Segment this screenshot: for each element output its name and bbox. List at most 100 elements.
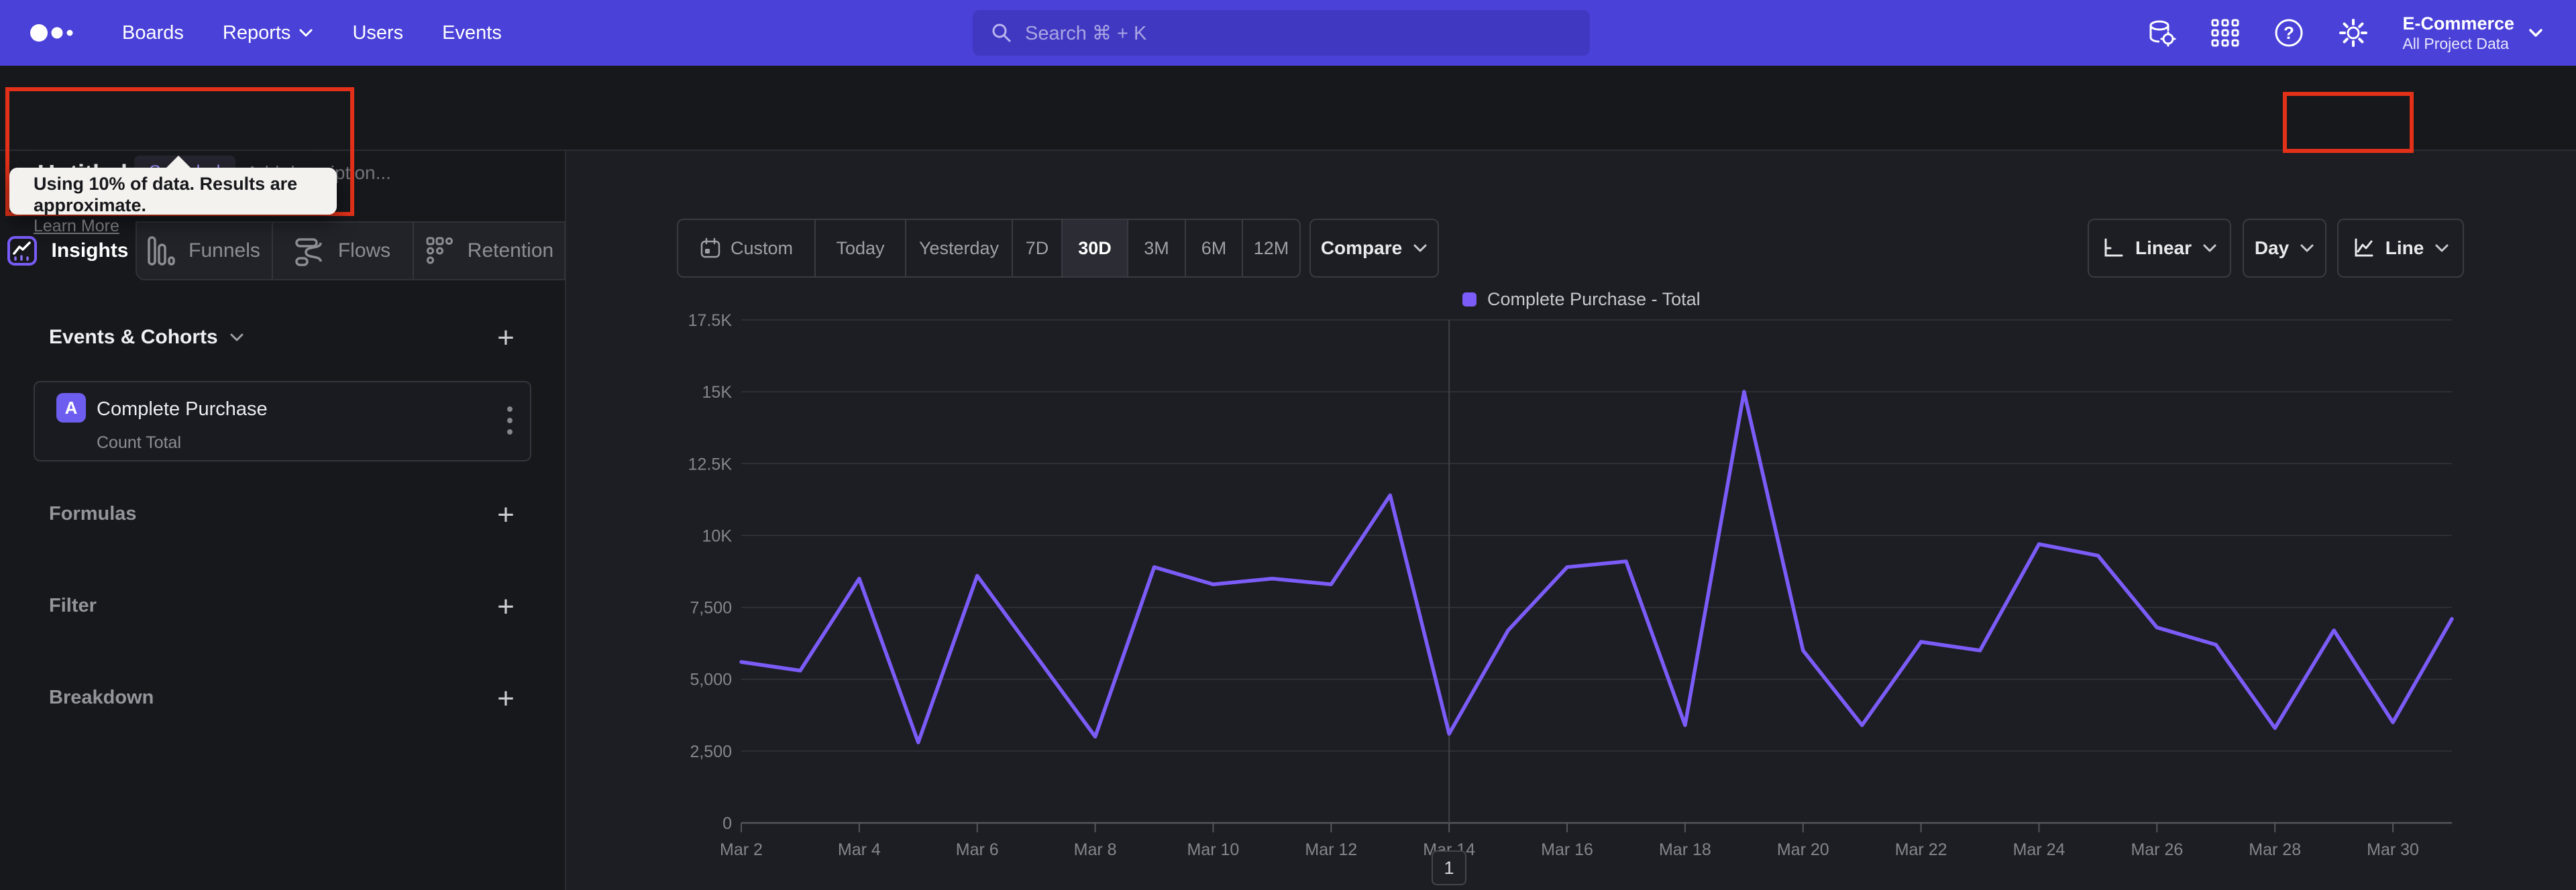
project-name: E-Commerce: [2402, 13, 2514, 34]
tab-label: Retention: [467, 239, 554, 262]
date-range-7d[interactable]: 7D: [1012, 220, 1061, 276]
funnels-icon: [148, 236, 175, 266]
date-range-30d[interactable]: 30D: [1061, 220, 1127, 276]
tab-label: Insights: [51, 239, 129, 262]
tooltip-message: Using 10% of data. Results are approxima…: [34, 174, 298, 215]
scale-dropdown[interactable]: Linear: [2088, 219, 2231, 278]
report-header: Untitled Sampled + Add description...: [0, 66, 2576, 197]
svg-text:17.5K: 17.5K: [688, 311, 733, 330]
tooltip-learn-more-link[interactable]: Learn More: [34, 216, 337, 236]
svg-text:Mar 24: Mar 24: [2013, 840, 2065, 859]
date-range-label: Custom: [730, 237, 794, 258]
line-chart[interactable]: 0 2,500 5,000 7,500 10K 12.5K 15K 17.5K Mar 2 Mar…: [604, 288, 2576, 890]
event-series-badge: A: [56, 393, 86, 423]
chevron-down-icon: [299, 29, 313, 37]
apps-grid-icon[interactable]: [2210, 18, 2240, 48]
add-breakdown-button[interactable]: +: [491, 684, 521, 714]
retention-icon: [426, 237, 453, 264]
date-range-label: Yesterday: [918, 237, 1000, 258]
mixpanel-logo[interactable]: [30, 19, 79, 46]
line-chart-icon: [2355, 238, 2373, 257]
svg-text:Mar 28: Mar 28: [2249, 840, 2301, 859]
chevron-down-icon: [230, 333, 244, 341]
svg-text:Mar 2: Mar 2: [720, 840, 763, 859]
breakdown-label: Breakdown: [49, 687, 154, 708]
date-range-12m[interactable]: 12M: [1242, 220, 1299, 276]
svg-text:10K: 10K: [702, 526, 733, 545]
date-range-label: 3M: [1144, 237, 1169, 258]
svg-text:?: ?: [2284, 23, 2294, 43]
chart-type-dropdown[interactable]: Line: [2337, 219, 2464, 278]
chevron-down-icon: [2300, 244, 2314, 252]
add-filter-button[interactable]: +: [491, 592, 521, 622]
gear-icon[interactable]: [2338, 17, 2369, 48]
svg-text:0: 0: [722, 814, 732, 833]
project-subtitle: All Project Data: [2402, 35, 2509, 52]
date-range-label: 30D: [1078, 237, 1112, 258]
date-range-control: Custom Today Yesterday 7D 30D 3M 6M 12M: [677, 219, 1301, 278]
date-range-6m[interactable]: 6M: [1185, 220, 1242, 276]
svg-text:15K: 15K: [702, 383, 733, 402]
add-formula-button[interactable]: +: [491, 500, 521, 530]
formulas-label: Formulas: [49, 503, 137, 524]
help-icon[interactable]: ?: [2273, 17, 2304, 48]
search-icon: [992, 23, 1011, 42]
nav-item-label: Boards: [122, 21, 184, 44]
svg-text:Mar 18: Mar 18: [1659, 840, 1711, 859]
data-management-icon[interactable]: [2146, 17, 2177, 48]
chart-type-label: Line: [2385, 237, 2424, 258]
scale-label: Linear: [2135, 237, 2192, 258]
chevron-down-icon: [2435, 244, 2449, 252]
date-range-custom[interactable]: Custom: [678, 220, 814, 276]
nav-item-label: Events: [442, 21, 502, 44]
add-event-button[interactable]: +: [491, 323, 521, 353]
svg-text:Mar 10: Mar 10: [1187, 840, 1240, 859]
svg-text:12.5K: 12.5K: [688, 455, 733, 474]
nav-item-users[interactable]: Users: [352, 22, 403, 44]
tab-label: Funnels: [189, 239, 260, 262]
date-range-yesterday[interactable]: Yesterday: [905, 220, 1012, 276]
project-switcher[interactable]: E-Commerce All Project Data: [2402, 13, 2544, 53]
svg-text:5,000: 5,000: [690, 671, 732, 689]
svg-text:Mar 22: Mar 22: [1895, 840, 1947, 859]
insights-icon: [7, 236, 38, 266]
nav-item-label: Reports: [222, 21, 291, 44]
nav-item-boards[interactable]: Boards: [122, 22, 184, 44]
breakdown-section: Breakdown: [49, 687, 154, 709]
events-cohorts-header[interactable]: Events & Cohorts: [49, 326, 245, 349]
svg-text:Mar 12: Mar 12: [1305, 840, 1357, 859]
compare-label: Compare: [1320, 237, 1403, 258]
svg-text:Mar 20: Mar 20: [1777, 840, 1829, 859]
event-name[interactable]: Complete Purchase: [97, 398, 268, 421]
filter-section: Filter: [49, 595, 97, 617]
event-card-complete-purchase[interactable]: A Complete Purchase Count Total: [34, 381, 531, 461]
date-range-3m[interactable]: 3M: [1127, 220, 1185, 276]
date-range-today[interactable]: Today: [814, 220, 905, 276]
date-range-label: Today: [836, 237, 885, 258]
event-metric[interactable]: Count Total: [97, 433, 181, 453]
interval-dropdown[interactable]: Day: [2243, 219, 2326, 278]
compare-dropdown[interactable]: Compare: [1309, 219, 1439, 278]
chevron-down-icon: [2529, 29, 2542, 37]
date-range-label: 7D: [1025, 237, 1049, 258]
svg-text:Mar 30: Mar 30: [2367, 840, 2419, 859]
tab-retention[interactable]: Retention: [413, 221, 566, 280]
svg-text:Mar 16: Mar 16: [1541, 840, 1593, 859]
filter-label: Filter: [49, 595, 97, 616]
pagination-page-1[interactable]: 1: [1432, 850, 1466, 885]
nav-item-events[interactable]: Events: [442, 22, 502, 44]
nav-item-label: Users: [352, 21, 404, 44]
date-range-label: 6M: [1201, 237, 1227, 258]
date-range-label: 12M: [1253, 237, 1289, 258]
sampling-tooltip: Using 10% of data. Results are approxima…: [9, 156, 337, 235]
event-options-button[interactable]: [507, 406, 513, 435]
events-cohorts-title: Events & Cohorts: [49, 326, 218, 348]
nav-item-reports[interactable]: Reports: [223, 22, 314, 44]
search-input[interactable]: Search ⌘ + K: [973, 10, 1590, 56]
search-placeholder: Search ⌘ + K: [1025, 22, 1147, 44]
svg-text:Mar 4: Mar 4: [838, 840, 881, 859]
chevron-down-icon: [1413, 244, 1427, 252]
top-navbar: Boards Reports Users Events Search ⌘ + K: [0, 0, 2576, 66]
tab-label: Flows: [337, 239, 391, 262]
linear-axis-icon: [2104, 238, 2123, 257]
